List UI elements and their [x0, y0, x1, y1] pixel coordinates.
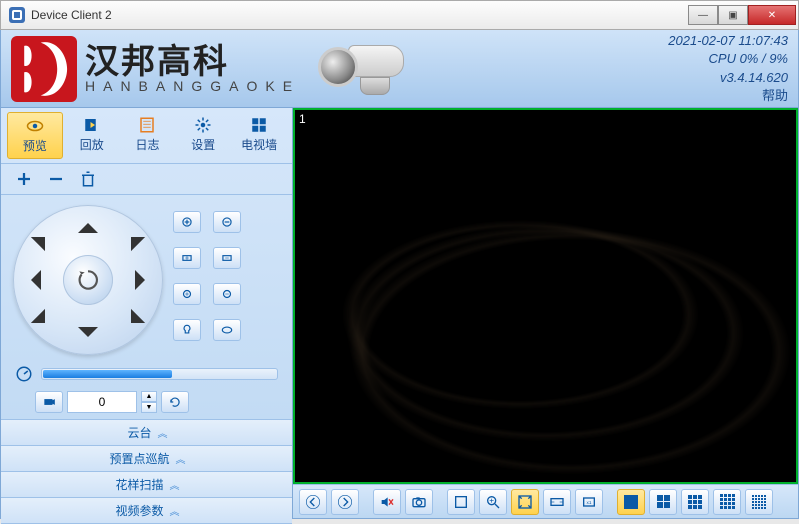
chevron-up-icon: ︽	[170, 481, 178, 492]
digital-zoom-button[interactable]	[479, 489, 507, 515]
snapshot-button[interactable]	[405, 489, 433, 515]
ptz-accordion: 云台︽ 预置点巡航︽ 花样扫描︽ 视频参数︽	[1, 419, 292, 524]
close-button[interactable]: ✕	[748, 5, 796, 25]
video-toolbar: x1	[293, 484, 798, 518]
tab-tvwall[interactable]: 电视墙	[232, 112, 286, 159]
maximize-button[interactable]: ▣	[718, 5, 748, 25]
sidebar: 预览 回放 日志 设置 电视墙	[0, 108, 293, 519]
layout-4-button[interactable]	[649, 489, 677, 515]
aspect-ratio-button[interactable]	[543, 489, 571, 515]
ptz-dpad	[13, 205, 163, 355]
ptz-up-right[interactable]	[117, 223, 145, 251]
playback-icon	[81, 116, 103, 134]
iris-open-button[interactable]	[173, 283, 201, 305]
tab-label: 电视墙	[241, 138, 277, 152]
focus-far-button[interactable]	[213, 247, 241, 269]
app-icon	[9, 7, 25, 23]
fullscreen-button[interactable]	[447, 489, 475, 515]
ptz-right[interactable]	[135, 270, 155, 290]
brand-logo: 汉邦高科 HANBANGGAOKE	[11, 36, 300, 102]
tab-preview[interactable]: 预览	[7, 112, 63, 159]
preset-up-button[interactable]: ▲	[141, 391, 157, 402]
ptz-up-left[interactable]	[31, 223, 59, 251]
tab-settings[interactable]: 设置	[176, 112, 230, 159]
tab-label: 回放	[80, 138, 104, 152]
brand-name-cn: 汉邦高科	[85, 45, 300, 79]
preset-down-button[interactable]: ▼	[141, 402, 157, 413]
wiper-button[interactable]	[213, 319, 241, 341]
stretch-button[interactable]	[511, 489, 539, 515]
chevron-up-icon: ︽	[176, 455, 184, 466]
mute-button[interactable]	[373, 489, 401, 515]
prev-page-button[interactable]	[299, 489, 327, 515]
zoom-in-button[interactable]	[173, 211, 201, 233]
status-version: v3.4.14.620	[668, 69, 788, 87]
accordion-pattern-scan[interactable]: 花样扫描︽	[1, 472, 292, 498]
layout-9-button[interactable]	[681, 489, 709, 515]
preset-goto-button[interactable]	[35, 391, 63, 413]
svg-text:x1: x1	[587, 500, 592, 505]
layout-25-button[interactable]	[745, 489, 773, 515]
accordion-ptz[interactable]: 云台︽	[1, 420, 292, 446]
original-size-button[interactable]: x1	[575, 489, 603, 515]
preset-number-input[interactable]	[67, 391, 137, 413]
settings-icon	[192, 116, 214, 134]
light-button[interactable]	[173, 319, 201, 341]
delete-device-button[interactable]	[79, 170, 97, 188]
chevron-up-icon: ︽	[158, 429, 166, 440]
accordion-video-params[interactable]: 视频参数︽	[1, 498, 292, 524]
next-page-button[interactable]	[331, 489, 359, 515]
eye-icon	[24, 117, 46, 135]
ptz-down[interactable]	[78, 327, 98, 347]
add-device-button[interactable]	[15, 170, 33, 188]
preset-set-button[interactable]	[161, 391, 189, 413]
app-header: 汉邦高科 HANBANGGAOKE 2021-02-07 11:07:43 CP…	[0, 30, 799, 108]
iris-close-button[interactable]	[213, 283, 241, 305]
ptz-left[interactable]	[21, 270, 41, 290]
ptz-up[interactable]	[78, 213, 98, 233]
status-timestamp: 2021-02-07 11:07:43	[668, 32, 788, 50]
remove-device-button[interactable]	[47, 170, 65, 188]
ptz-down-left[interactable]	[31, 309, 59, 337]
tvwall-icon	[248, 116, 270, 134]
video-view[interactable]: 1	[293, 108, 798, 484]
speed-icon	[15, 365, 33, 383]
status-cpu: CPU 0% / 9%	[668, 50, 788, 68]
main-tabs: 预览 回放 日志 设置 电视墙	[1, 108, 292, 164]
tab-label: 日志	[135, 138, 159, 152]
zoom-out-button[interactable]	[213, 211, 241, 233]
accordion-preset-cruise[interactable]: 预置点巡航︽	[1, 446, 292, 472]
ptz-speed-slider[interactable]	[41, 368, 278, 380]
tab-label: 预览	[23, 139, 47, 153]
ptz-auto-button[interactable]	[63, 255, 113, 305]
device-toolbar	[1, 164, 292, 195]
window-titlebar: Device Client 2 — ▣ ✕	[0, 0, 799, 30]
chevron-up-icon: ︽	[170, 507, 178, 518]
layout-1-button[interactable]	[617, 489, 645, 515]
logo-mark-icon	[11, 36, 77, 102]
tab-label: 设置	[191, 138, 215, 152]
window-title: Device Client 2	[31, 8, 688, 22]
log-icon	[136, 116, 158, 134]
layout-16-button[interactable]	[713, 489, 741, 515]
tab-playback[interactable]: 回放	[65, 112, 119, 159]
minimize-button[interactable]: —	[688, 5, 718, 25]
focus-near-button[interactable]	[173, 247, 201, 269]
status-block: 2021-02-07 11:07:43 CPU 0% / 9% v3.4.14.…	[668, 32, 788, 105]
camera-icon	[318, 39, 406, 99]
help-link[interactable]: 帮助	[668, 87, 788, 105]
brand-name-en: HANBANGGAOKE	[85, 79, 300, 93]
ptz-down-right[interactable]	[117, 309, 145, 337]
tab-log[interactable]: 日志	[121, 112, 175, 159]
